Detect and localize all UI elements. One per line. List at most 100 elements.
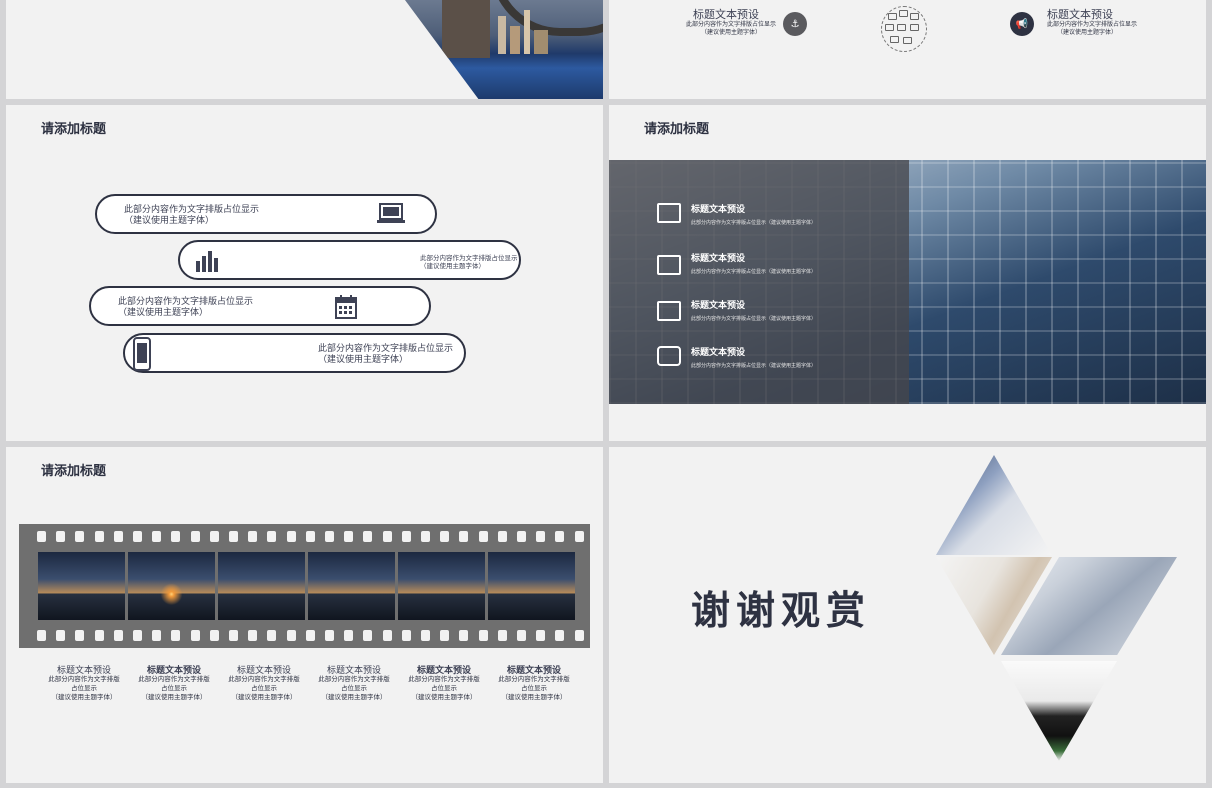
item-subtitle: 此部分内容作为文字排版占位显示（建议使用主题字体） xyxy=(691,269,817,275)
sprocket-hole xyxy=(555,630,565,641)
pill-text-line: （建议使用主题字体） xyxy=(124,216,215,226)
mini-icon xyxy=(897,24,906,31)
sprocket-hole xyxy=(478,531,488,542)
laptop-icon xyxy=(377,203,405,223)
sprocket-hole xyxy=(248,531,258,542)
block-subtitle-line: （建议使用主题字体） xyxy=(1057,29,1118,36)
film-frame xyxy=(488,552,575,620)
slide-6-thumbnail[interactable]: 谢谢观赏 xyxy=(609,447,1206,783)
sprocket-hole xyxy=(517,531,526,542)
sprocket-hole xyxy=(440,630,450,641)
caption-line: 占位显示 xyxy=(71,684,97,692)
bridge-photo xyxy=(402,0,603,99)
block-subtitle: 此部分内容作为文字排版占位显示 （建议使用主题字体） xyxy=(671,21,791,37)
pill-text: 此部分内容作为文字排版占位显示 （建议使用主题字体） xyxy=(318,344,453,366)
film-frame xyxy=(38,552,125,620)
sprocket-hole xyxy=(401,630,411,641)
building-shape xyxy=(534,30,548,54)
pill-text-line: （建议使用主题字体） xyxy=(118,308,209,318)
sprocket-hole xyxy=(574,531,584,542)
film-frame xyxy=(218,552,305,620)
pill-text-line: 此部分内容作为文字排版占位显示 xyxy=(318,344,454,354)
building-shape xyxy=(510,26,520,54)
film-frame xyxy=(398,552,485,620)
sprocket-hole xyxy=(555,531,565,542)
phone-icon xyxy=(133,337,151,371)
mini-icon xyxy=(903,37,912,44)
building-shape xyxy=(498,16,506,54)
sprocket-hole xyxy=(305,630,315,641)
pill-text-line: （建议使用主题字体） xyxy=(318,355,409,365)
sprocket-hole xyxy=(325,630,334,641)
slide-2-thumbnail[interactable]: 标题文本预设 此部分内容作为文字排版占位显示 （建议使用主题字体） ⚓ 📢 标题… xyxy=(609,0,1206,99)
sprocket-hole xyxy=(401,531,411,542)
sprocket-hole xyxy=(133,630,142,641)
item-title: 标题文本预设 xyxy=(691,205,746,215)
block-subtitle-line: 此部分内容作为文字排版占位显示 xyxy=(1047,21,1138,28)
sprocket-hole xyxy=(113,630,123,641)
block-title: 标题文本预设 xyxy=(693,8,759,21)
mini-icon xyxy=(899,10,908,17)
caption-line: 占位显示 xyxy=(161,684,187,692)
sprocket-hole xyxy=(56,531,66,542)
caption-line: （建议使用主题字体） xyxy=(231,693,297,701)
caption-line: （建议使用主题字体） xyxy=(501,693,567,701)
sprocket-hole xyxy=(75,630,85,641)
caption-line: （建议使用主题字体） xyxy=(51,693,117,701)
slide-4-thumbnail[interactable]: 请添加标题 标题文本预设 此部分内容作为文字排版占位显示（建议使用主题字体） 标… xyxy=(609,105,1206,441)
camera-icon xyxy=(657,346,681,366)
mini-icon xyxy=(910,13,919,20)
slide-title: 请添加标题 xyxy=(41,122,107,137)
caption-line: （建议使用主题字体） xyxy=(411,693,477,701)
pill-text-line: 此部分内容作为文字排版占位显示 xyxy=(118,297,254,307)
caption-line: 占位显示 xyxy=(251,684,277,692)
slide-1-thumbnail[interactable] xyxy=(6,0,603,99)
sprocket-hole xyxy=(536,630,546,641)
bar-chart-icon xyxy=(196,251,218,272)
sprocket-hole xyxy=(171,630,181,641)
anchor-icon: ⚓ xyxy=(783,12,807,36)
sprocket-hole xyxy=(94,531,104,542)
sprocket-hole xyxy=(421,531,430,542)
id-card-icon xyxy=(657,255,681,275)
pill-text: 此部分内容作为文字排版占位显示 （建议使用主题字体） xyxy=(118,297,253,319)
caption-line: 此部分内容作为文字排版 xyxy=(318,675,390,683)
sprocket-hole xyxy=(267,531,277,542)
item-subtitle: 此部分内容作为文字排版占位显示（建议使用主题字体） xyxy=(691,316,817,322)
laptop-photo-triangle xyxy=(936,455,1052,555)
thanks-heading: 谢谢观赏 xyxy=(691,589,872,634)
slide-3-thumbnail[interactable]: 请添加标题 此部分内容作为文字排版占位显示 （建议使用主题字体） 此部分内容作为… xyxy=(6,105,603,441)
caption-line: 占位显示 xyxy=(521,684,547,692)
item-title: 标题文本预设 xyxy=(691,348,746,358)
sprocket-hole xyxy=(94,630,104,641)
sprocket-hole xyxy=(574,630,584,641)
icon-cluster xyxy=(881,6,927,52)
mini-icon xyxy=(890,36,899,43)
sprocket-hole xyxy=(517,630,526,641)
item-title: 标题文本预设 xyxy=(691,254,746,264)
caption-text: 此部分内容作为文字排版 占位显示 （建议使用主题字体） xyxy=(311,675,397,702)
sprocket-hole xyxy=(344,630,354,641)
sprocket-hole xyxy=(75,531,85,542)
sprocket-hole xyxy=(133,531,142,542)
caption-line: 此部分内容作为文字排版 xyxy=(498,675,570,683)
sprocket-hole xyxy=(363,531,373,542)
block-subtitle-line: 此部分内容作为文字排版占位显示 xyxy=(685,21,776,28)
block-subtitle-line: （建议使用主题字体） xyxy=(700,29,761,36)
sprocket-hole xyxy=(421,630,430,641)
caption-line: 占位显示 xyxy=(431,684,457,692)
sprocket-hole xyxy=(113,531,123,542)
pill-text-line: 此部分内容作为文字排版占位显示 xyxy=(420,254,518,262)
item-title: 标题文本预设 xyxy=(691,301,746,311)
sprocket-hole xyxy=(209,630,219,641)
sprocket-hole xyxy=(497,531,507,542)
slide-5-thumbnail[interactable]: 请添加标题 标题文本预设 此部分内容作为文字排版 占位显示 （建议使用主题字体） 标… xyxy=(6,447,603,783)
bar-monitor-icon xyxy=(657,301,681,321)
sprocket-hole xyxy=(248,630,258,641)
sprocket-hole xyxy=(56,630,66,641)
building-shape xyxy=(524,10,530,54)
sprocket-hole xyxy=(382,630,392,641)
sprocket-hole xyxy=(440,531,450,542)
film-strip xyxy=(19,524,590,648)
sprocket-hole xyxy=(209,531,219,542)
